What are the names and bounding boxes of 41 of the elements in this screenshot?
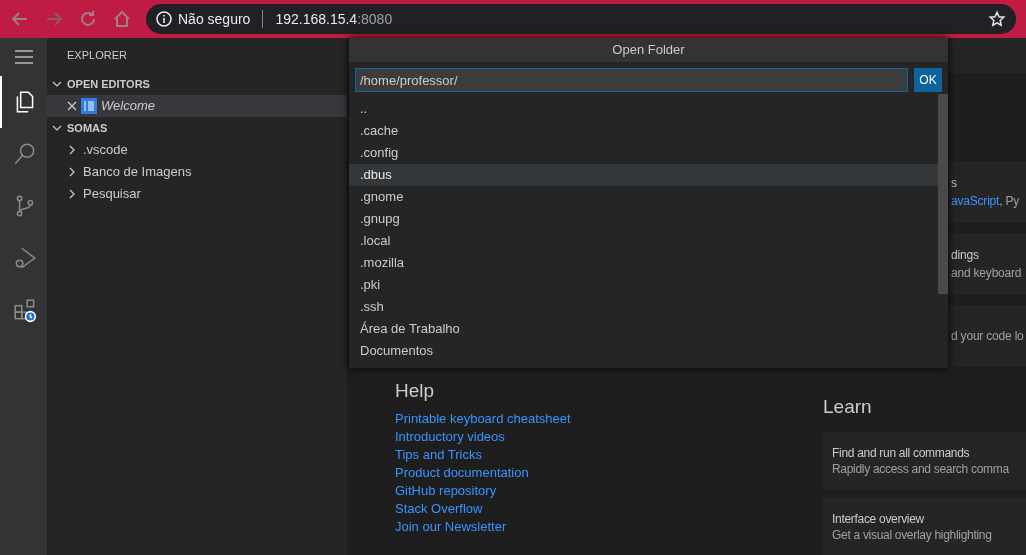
close-icon[interactable] — [67, 101, 77, 111]
ok-button[interactable]: OK — [914, 68, 942, 92]
sidebar-title: EXPLORER — [66, 48, 128, 64]
description-text: d your code lo — [951, 329, 1024, 343]
section-header[interactable]: SOMAS — [47, 117, 347, 139]
address-bar[interactable]: Não seguro 192.168.15.4:8080 — [146, 4, 1016, 34]
path-field[interactable]: /home/professor/ — [355, 68, 908, 92]
help-link[interactable]: Product documentation — [395, 463, 823, 482]
document-icon — [81, 98, 97, 114]
scrollbar[interactable] — [938, 94, 948, 294]
section-heading: Help — [395, 379, 436, 403]
card-description: Rapidly access and search comma — [832, 460, 1010, 477]
learn-card[interactable]: Find and run all commands Rapidly access and search comma — [823, 431, 1026, 490]
section-heading: Learn — [823, 395, 873, 419]
card-title: Interface overview — [832, 510, 925, 527]
card-title: dings — [951, 247, 980, 264]
star-icon[interactable] — [988, 10, 1006, 28]
folder-list-item[interactable]: .dbus — [349, 164, 938, 186]
help-link[interactable]: Tips and Tricks — [395, 445, 823, 464]
folder-item[interactable]: Pesquisar — [47, 183, 347, 205]
card-description: Get a visual overlay highlighting — [832, 526, 993, 543]
help-link[interactable]: Join our Newsletter — [395, 517, 823, 536]
help-link[interactable]: GitHub repository — [395, 481, 823, 500]
learn-card[interactable]: Interface overview Get a visual overlay highlighting — [823, 497, 1026, 555]
dialog-title: Open Folder — [349, 38, 948, 62]
open-editor-item[interactable]: Welcome — [47, 95, 347, 117]
menu-icon[interactable] — [14, 50, 33, 64]
card-title: Find and run all commands — [832, 444, 971, 461]
help-link[interactable]: Introductory videos — [395, 427, 823, 446]
folder-item[interactable]: .vscode — [47, 139, 347, 161]
extensions-icon — [11, 297, 38, 323]
folder-item[interactable]: Banco de Imagens — [47, 161, 347, 183]
url-text: 192.168.15.4:8080 — [275, 9, 393, 29]
security-label: Não seguro — [178, 9, 251, 29]
help-link[interactable]: Printable keyboard cheatsheet — [395, 409, 823, 428]
info-icon[interactable] — [156, 11, 172, 27]
card-title: s — [951, 175, 958, 192]
help-link[interactable]: Stack Overflow — [395, 499, 823, 518]
description-text: and keyboard — [951, 266, 1022, 280]
description-text: , Py — [999, 194, 1020, 208]
section-header[interactable]: OPEN EDITORS — [47, 73, 347, 95]
